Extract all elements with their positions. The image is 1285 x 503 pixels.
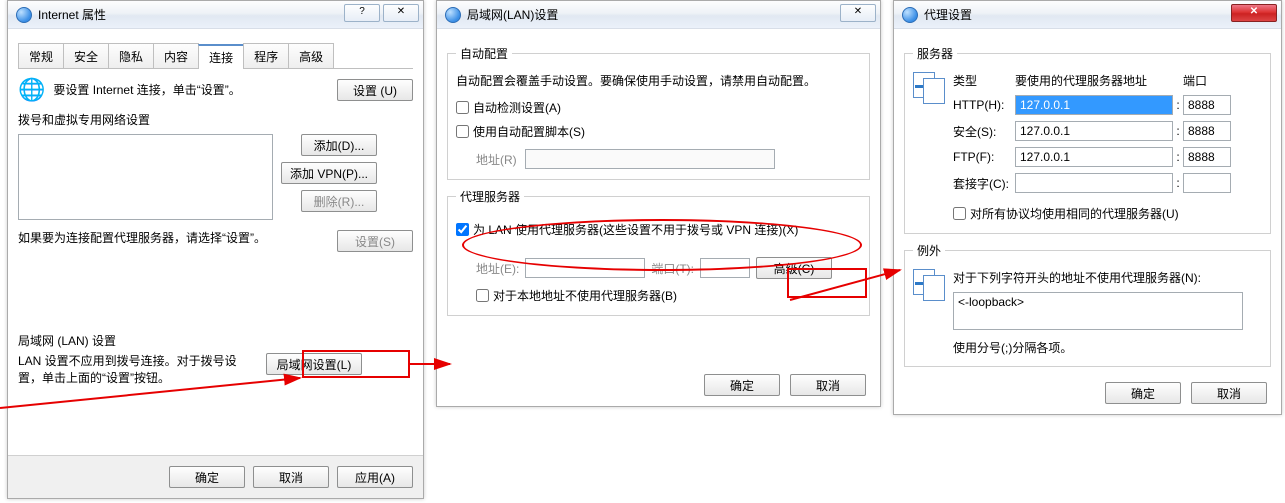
dialup-group-label: 拨号和虚拟专用网络设置 — [18, 111, 413, 128]
port-t-input[interactable] — [700, 258, 750, 278]
dialog-buttons: 确定 取消 — [437, 364, 880, 406]
socks-addr-input[interactable] — [1015, 173, 1173, 193]
apply-button[interactable]: 应用(A) — [337, 466, 413, 488]
close-button[interactable]: ✕ — [1231, 4, 1277, 22]
ok-button[interactable]: 确定 — [704, 374, 780, 396]
servers-legend: 服务器 — [913, 45, 957, 62]
address-r-label: 地址(R) — [476, 151, 517, 168]
secure-label: 安全(S): — [953, 123, 1015, 140]
use-proxy-checkbox[interactable]: 为 LAN 使用代理服务器(这些设置不用于拨号或 VPN 连接)(X) — [456, 221, 798, 238]
socks-port-input[interactable] — [1183, 173, 1231, 193]
connection-hint: 要设置 Internet 连接，单击“设置”。 — [53, 82, 329, 99]
lan-group-label: 局域网 (LAN) 设置 — [18, 332, 413, 349]
socks-label: 套接字(C): — [953, 175, 1015, 192]
auto-config-legend: 自动配置 — [456, 45, 512, 62]
address-r-input[interactable] — [525, 149, 775, 169]
port-t-label: 端口(T): — [651, 260, 694, 277]
dialog-buttons: 确定 取消 应用(A) — [8, 455, 423, 498]
secure-addr-input[interactable] — [1015, 121, 1173, 141]
servers-group: 服务器 类型 要使用的代理服务器地址 端口 HTTP(H): : 安全(S): … — [904, 45, 1271, 234]
http-label: HTTP(H): — [953, 98, 1015, 112]
ftp-port-input[interactable] — [1183, 147, 1231, 167]
title-text: 代理设置 — [924, 6, 972, 23]
settings-button[interactable]: 设置(S) — [337, 230, 413, 252]
internet-icon — [902, 7, 918, 23]
auto-config-note: 自动配置会覆盖手动设置。要确保使用手动设置，请禁用自动配置。 — [456, 72, 861, 89]
exceptions-label: 对于下列字符开头的地址不使用代理服务器(N): — [953, 269, 1262, 286]
tab-programs[interactable]: 程序 — [243, 43, 289, 68]
internet-icon — [16, 7, 32, 23]
remove-button[interactable]: 删除(R)... — [301, 190, 377, 212]
auto-detect-checkbox[interactable]: 自动检测设置(A) — [456, 99, 561, 116]
pages-icon — [913, 269, 945, 297]
dialup-note: 如果要为连接配置代理服务器，请选择“设置”。 — [18, 230, 329, 247]
internet-properties-dialog: Internet 属性 ? ✕ 常规 安全 隐私 内容 连接 程序 高级 🌐 要… — [7, 0, 424, 499]
header-type: 类型 — [953, 72, 1015, 89]
setup-button[interactable]: 设置 (U) — [337, 79, 413, 101]
exceptions-hint: 使用分号(;)分隔各项。 — [953, 339, 1262, 356]
help-button[interactable]: ? — [344, 4, 380, 22]
address-e-input[interactable] — [525, 258, 645, 278]
close-button[interactable]: ✕ — [383, 4, 419, 22]
ok-button[interactable]: 确定 — [1105, 382, 1181, 404]
cancel-button[interactable]: 取消 — [1191, 382, 1267, 404]
lan-note: LAN 设置不应用到拨号连接。对于拨号设置，单击上面的“设置”按钮。 — [18, 353, 258, 387]
tabs: 常规 安全 隐私 内容 连接 程序 高级 — [18, 43, 413, 69]
auto-script-checkbox[interactable]: 使用自动配置脚本(S) — [456, 123, 585, 140]
close-button[interactable]: ✕ — [840, 4, 876, 22]
same-all-checkbox[interactable]: 对所有协议均使用相同的代理服务器(U) — [953, 205, 1179, 222]
ftp-label: FTP(F): — [953, 150, 1015, 164]
titlebar[interactable]: Internet 属性 ? ✕ — [8, 1, 423, 29]
tab-privacy[interactable]: 隐私 — [108, 43, 154, 68]
address-e-label: 地址(E): — [476, 260, 519, 277]
dialog-buttons: 确定 取消 — [894, 372, 1281, 414]
exceptions-input[interactable] — [953, 292, 1243, 330]
exceptions-group: 例外 对于下列字符开头的地址不使用代理服务器(N): 使用分号(;)分隔各项。 — [904, 242, 1271, 367]
title-text: 局域网(LAN)设置 — [467, 6, 558, 23]
proxy-settings-dialog: 代理设置 ✕ 服务器 类型 要使用的代理服务器地址 端口 HTTP(H): : … — [893, 0, 1282, 415]
titlebar[interactable]: 代理设置 ✕ — [894, 1, 1281, 29]
secure-port-input[interactable] — [1183, 121, 1231, 141]
proxy-group: 代理服务器 为 LAN 使用代理服务器(这些设置不用于拨号或 VPN 连接)(X… — [447, 188, 870, 316]
cancel-button[interactable]: 取消 — [253, 466, 329, 488]
http-port-input[interactable] — [1183, 95, 1231, 115]
tab-content[interactable]: 内容 — [153, 43, 199, 68]
add-vpn-button[interactable]: 添加 VPN(P)... — [281, 162, 377, 184]
dialup-listbox[interactable] — [18, 134, 273, 220]
auto-config-group: 自动配置 自动配置会覆盖手动设置。要确保使用手动设置，请禁用自动配置。 自动检测… — [447, 45, 870, 180]
lan-settings-button[interactable]: 局域网设置(L) — [266, 353, 362, 375]
cancel-button[interactable]: 取消 — [790, 374, 866, 396]
http-addr-input[interactable] — [1015, 95, 1173, 115]
ftp-addr-input[interactable] — [1015, 147, 1173, 167]
titlebar[interactable]: 局域网(LAN)设置 ✕ — [437, 1, 880, 29]
servers-table: 类型 要使用的代理服务器地址 端口 HTTP(H): : 安全(S): : FT… — [953, 72, 1231, 193]
header-addr: 要使用的代理服务器地址 — [1015, 72, 1173, 89]
tab-security[interactable]: 安全 — [63, 43, 109, 68]
tab-connections[interactable]: 连接 — [198, 44, 244, 69]
title-text: Internet 属性 — [38, 6, 106, 23]
proxy-legend: 代理服务器 — [456, 188, 524, 205]
ok-button[interactable]: 确定 — [169, 466, 245, 488]
lan-settings-dialog: 局域网(LAN)设置 ✕ 自动配置 自动配置会覆盖手动设置。要确保使用手动设置，… — [436, 0, 881, 407]
header-port: 端口 — [1183, 72, 1231, 89]
add-button[interactable]: 添加(D)... — [301, 134, 377, 156]
advanced-button[interactable]: 高级(C) — [756, 257, 832, 279]
internet-icon — [445, 7, 461, 23]
globe-icon: 🌐 — [18, 77, 45, 103]
tab-advanced[interactable]: 高级 — [288, 43, 334, 68]
exceptions-legend: 例外 — [913, 242, 945, 259]
pages-icon — [913, 72, 945, 100]
tab-general[interactable]: 常规 — [18, 43, 64, 68]
bypass-local-checkbox[interactable]: 对于本地地址不使用代理服务器(B) — [476, 287, 677, 304]
